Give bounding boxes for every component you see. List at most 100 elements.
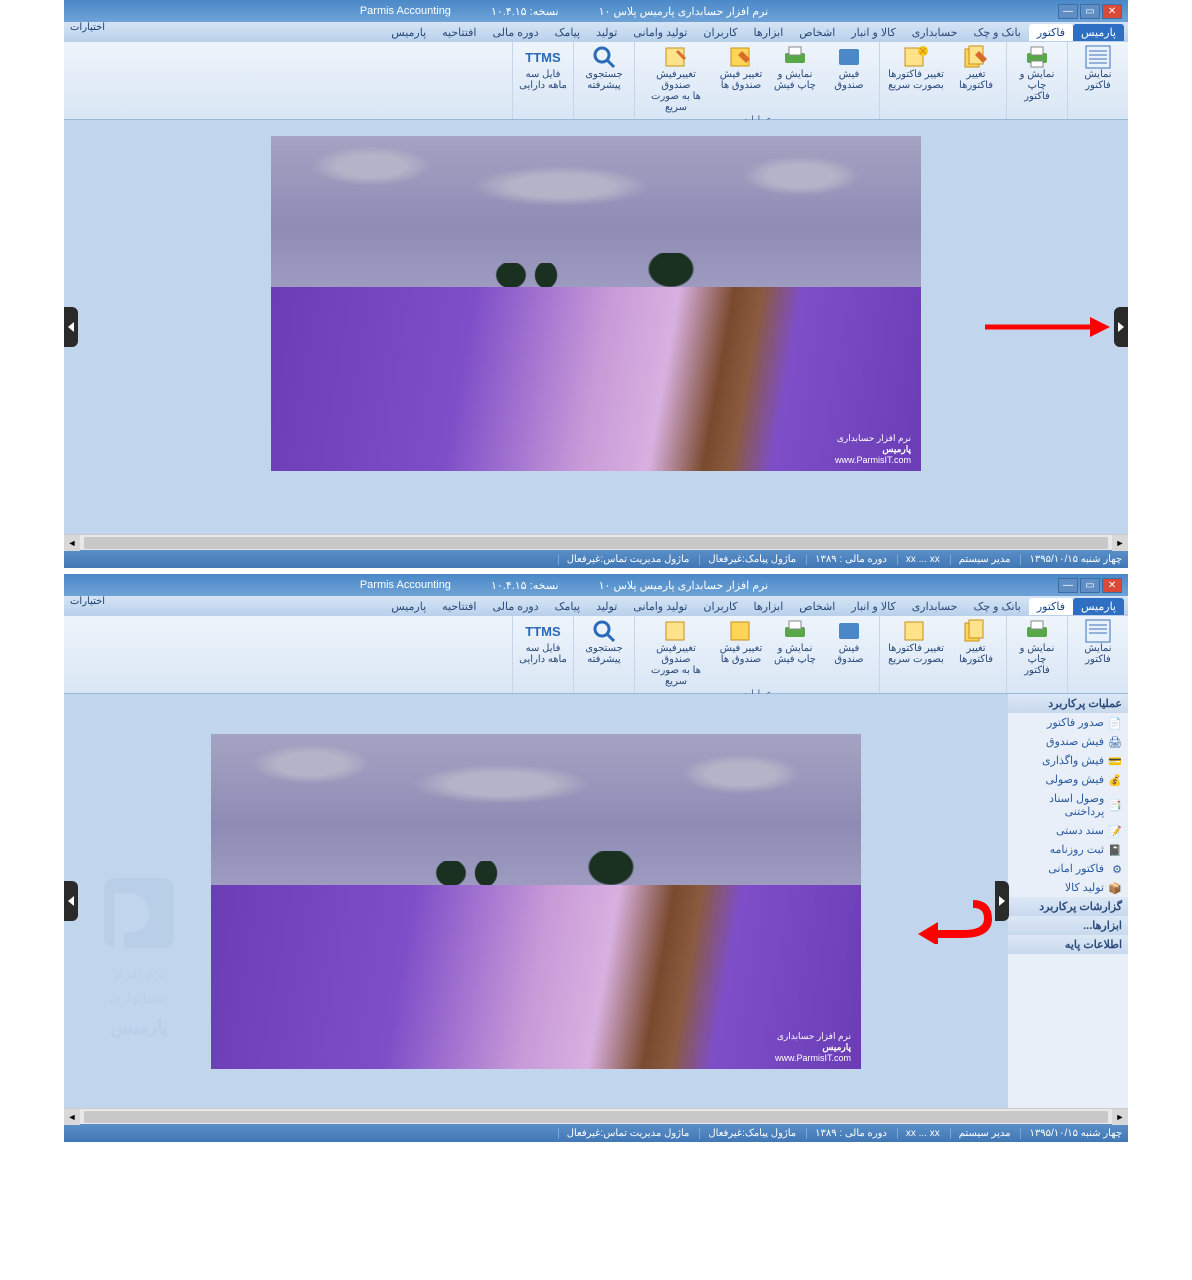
- side-item-collect[interactable]: 💰فیش وصولی: [1008, 770, 1128, 789]
- status-xx: xx ... xx: [897, 1128, 940, 1139]
- ribbon-ttms[interactable]: TTMSفایل سهماهه دارایی: [519, 619, 567, 665]
- h-scrollbar[interactable]: ◄►: [64, 534, 1128, 550]
- minimize-button[interactable]: —: [1058, 4, 1078, 19]
- h-scrollbar[interactable]: ◄►: [64, 1108, 1128, 1124]
- tab-production[interactable]: تولید: [588, 598, 625, 615]
- search-icon: [590, 619, 618, 643]
- restore-button[interactable]: ▭: [1080, 4, 1100, 19]
- printer-icon: 🖨: [1108, 736, 1122, 748]
- tab-tools[interactable]: ابزارها: [746, 24, 792, 41]
- tab-invoice[interactable]: فاکتور: [1029, 598, 1073, 615]
- app-version: نسخه: ۱۰.۴.۱۵: [491, 5, 559, 18]
- background-photo: نرم افزار حسابداریپارمیسwww.ParmisIT.com: [271, 136, 921, 471]
- side-item-produce[interactable]: 📦تولید کالا: [1008, 878, 1128, 897]
- annotation-arrow-return: [913, 894, 993, 944]
- tab-inventory[interactable]: کالا و انبار: [843, 24, 903, 41]
- tab-consignment[interactable]: تولید وامانی: [625, 24, 695, 41]
- side-item-deposit[interactable]: 💳فیش واگذاری: [1008, 751, 1128, 770]
- expand-panel-handle-right[interactable]: [1114, 307, 1128, 347]
- tab-accounting[interactable]: حسابداری: [904, 24, 966, 41]
- tab-fiscal[interactable]: دوره مالی: [484, 598, 546, 615]
- parmis-watermark-logo: نرم افزارحسابداریپارمیس: [94, 868, 184, 1068]
- quick-access-label: اختیارات: [70, 22, 105, 33]
- minimize-button[interactable]: —: [1058, 578, 1078, 593]
- tab-production[interactable]: تولید: [588, 24, 625, 41]
- side-item-consign[interactable]: ⚙فاکتور امانی: [1008, 859, 1128, 878]
- ribbon-print-receipt[interactable]: نمایش وچاپ فیش: [771, 45, 819, 113]
- status-period: دوره مالی : ۱۳۸۹: [806, 1128, 887, 1139]
- tab-users[interactable]: کاربران: [695, 24, 745, 41]
- side-item-receipt[interactable]: 🖨فیش صندوق: [1008, 732, 1128, 751]
- app-window-before: ✕ ▭ — نرم افزار حسابداری پارمیس پلاس ۱۰ …: [64, 0, 1128, 568]
- ribbon-print-invoice[interactable]: نمایش و چاپفاکتور: [1013, 619, 1061, 676]
- ribbon-edit-receipt[interactable]: تغییر فیشصندوق ها: [717, 45, 765, 113]
- tab-parmis-main[interactable]: پارمیس: [1073, 598, 1124, 615]
- tab-inventory[interactable]: کالا و انبار: [843, 598, 903, 615]
- status-admin: مدیر سیستم: [950, 554, 1011, 565]
- tab-parmis-main[interactable]: پارمیس: [1073, 24, 1124, 41]
- side-head-reports[interactable]: گزارشات پرکاربرد: [1008, 897, 1128, 916]
- statusbar: چهار شنبه ۱۳۹۵/۱۰/۱۵ مدیر سیستم xx ... x…: [64, 1124, 1128, 1142]
- expand-panel-handle-left[interactable]: [64, 307, 78, 347]
- app-title: نرم افزار حسابداری پارمیس پلاس ۱۰: [599, 5, 769, 18]
- tab-invoice[interactable]: فاکتور: [1029, 24, 1073, 41]
- side-item-invoice[interactable]: 📄صدور فاکتور: [1008, 713, 1128, 732]
- collapse-panel-handle[interactable]: [995, 881, 1009, 921]
- ribbon-print-receipt[interactable]: نمایش وچاپ فیش: [771, 619, 819, 687]
- tab-sms[interactable]: پیامک: [547, 598, 588, 615]
- side-item-journal[interactable]: 📓ثبت روزنامه: [1008, 840, 1128, 859]
- status-period: دوره مالی : ۱۳۸۹: [806, 554, 887, 565]
- tab-sms[interactable]: پیامک: [547, 24, 588, 41]
- ribbon-receipt[interactable]: فیشصندوق: [825, 45, 873, 113]
- photo-watermark: نرم افزار حسابداریپارمیسwww.ParmisIT.com: [775, 1031, 851, 1063]
- tab-parmis2[interactable]: پارمیس: [383, 598, 434, 615]
- manual-icon: 📝: [1108, 825, 1122, 837]
- tab-users[interactable]: کاربران: [695, 598, 745, 615]
- ribbon-edit-invoices-fast[interactable]: تغییر فاکتورهابصورت سریع: [886, 619, 946, 665]
- ribbon-edit-receipt-fast[interactable]: تغییرفیش صندوقها به صورت سریع: [641, 45, 711, 113]
- ribbon-search[interactable]: جستجویپیشرفته: [580, 45, 628, 91]
- side-item-manual[interactable]: 📝سند دستی: [1008, 821, 1128, 840]
- journal-icon: 📓: [1108, 844, 1122, 856]
- ribbon-edit-receipt-fast[interactable]: تغییرفیش صندوقها به صورت سریع: [641, 619, 711, 687]
- tab-tools[interactable]: ابزارها: [746, 598, 792, 615]
- tab-bank[interactable]: بانک و چک: [965, 598, 1028, 615]
- ribbon-edit-invoices-fast[interactable]: تغییر فاکتورهابصورت سریع: [886, 45, 946, 91]
- tab-persons[interactable]: اشخاص: [791, 24, 843, 41]
- close-button[interactable]: ✕: [1102, 4, 1122, 19]
- ribbon-print-invoice[interactable]: نمایش و چاپفاکتور: [1013, 45, 1061, 102]
- produce-icon: 📦: [1108, 882, 1122, 894]
- tab-fiscal[interactable]: دوره مالی: [484, 24, 546, 41]
- tab-bank[interactable]: بانک و چک: [965, 24, 1028, 41]
- ribbon-ttms[interactable]: TTMSفایل سهماهه دارایی: [519, 45, 567, 91]
- deposit-icon: 💳: [1108, 755, 1122, 767]
- ribbon-edit-receipt[interactable]: تغییر فیشصندوق ها: [717, 619, 765, 687]
- status-admin: مدیر سیستم: [950, 1128, 1011, 1139]
- tab-opening[interactable]: افتتاحیه: [434, 598, 484, 615]
- tab-persons[interactable]: اشخاص: [791, 598, 843, 615]
- tab-parmis2[interactable]: پارمیس: [383, 24, 434, 41]
- ribbon-edit-invoices[interactable]: تغییرفاکتورها: [952, 619, 1000, 665]
- tab-accounting[interactable]: حسابداری: [904, 598, 966, 615]
- ribbon-show-invoice[interactable]: نمایشفاکتور: [1074, 619, 1122, 665]
- ribbon-edit-invoices[interactable]: تغییرفاکتورها: [952, 45, 1000, 91]
- tab-opening[interactable]: افتتاحیه: [434, 24, 484, 41]
- side-head-tools[interactable]: ابزارها...: [1008, 916, 1128, 935]
- tab-consignment[interactable]: تولید وامانی: [625, 598, 695, 615]
- status-call: ماژول مدیریت تماس:غیرفعال: [558, 554, 690, 565]
- app-version: نسخه: ۱۰.۴.۱۵: [491, 579, 559, 592]
- expand-panel-handle-left[interactable]: [64, 881, 78, 921]
- close-button[interactable]: ✕: [1102, 578, 1122, 593]
- side-head-base[interactable]: اطلاعات پایه: [1008, 935, 1128, 954]
- ribbon-show-invoice[interactable]: نمایشفاکتور: [1074, 45, 1122, 91]
- side-item-docs[interactable]: 📑وصول اسناد پرداختنی: [1008, 789, 1128, 821]
- status-sms: ماژول پیامک:غیرفعال: [699, 1128, 796, 1139]
- ribbon-search[interactable]: جستجویپیشرفته: [580, 619, 628, 665]
- status-date: چهار شنبه ۱۳۹۵/۱۰/۱۵: [1020, 1128, 1122, 1139]
- svg-text:نرم افزار: نرم افزار: [111, 965, 165, 982]
- app-window-after: ✕ ▭ — نرم افزار حسابداری پارمیس پلاس ۱۰ …: [64, 574, 1128, 1142]
- svg-text:حسابداری: حسابداری: [110, 990, 168, 1007]
- restore-button[interactable]: ▭: [1080, 578, 1100, 593]
- ribbon-receipt[interactable]: فیشصندوق: [825, 619, 873, 687]
- app-title: نرم افزار حسابداری پارمیس پلاس ۱۰: [599, 579, 769, 592]
